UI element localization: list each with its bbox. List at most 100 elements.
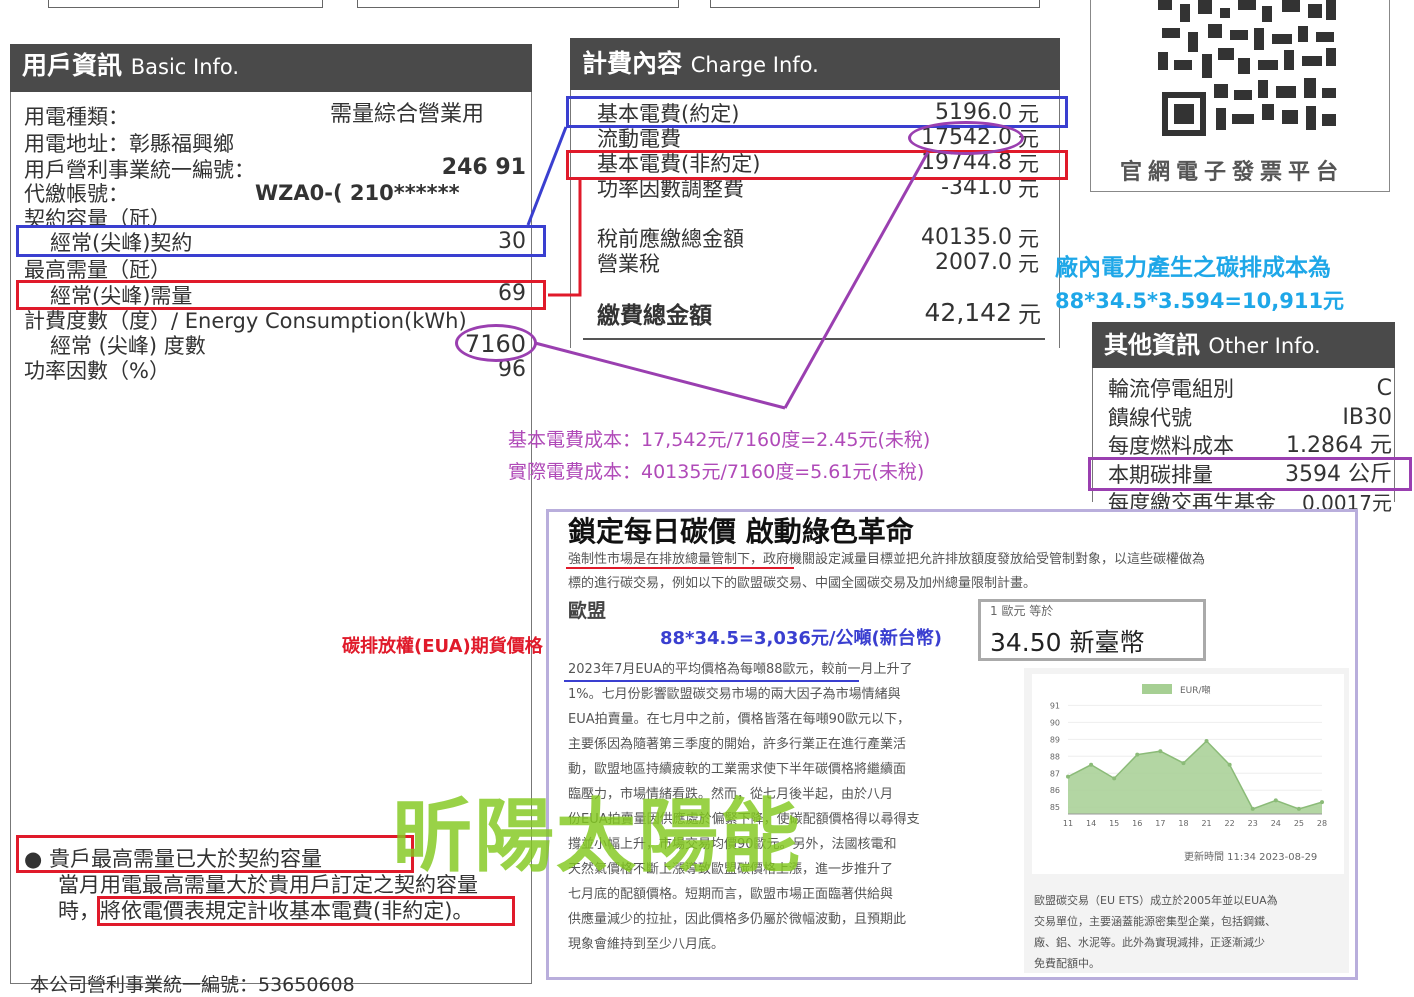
- basic-row-value: WZA0-( 210******: [255, 181, 460, 205]
- charge-row-value: 40135.0: [921, 225, 1012, 250]
- x-tick-label: 25: [1294, 819, 1304, 828]
- other-row-value: IB30: [1342, 405, 1392, 430]
- charge-row-label: 稅前應繳總金額: [597, 227, 744, 251]
- charge-row-unit: 元: [1018, 252, 1039, 276]
- x-tick-label: 21: [1201, 819, 1211, 828]
- other-row-label: 饋線代號: [1108, 406, 1192, 430]
- article-body-line: 主要係因為隨著第三季度的開始，許多行業正在進行產業活: [568, 737, 907, 752]
- x-tick-label: 15: [1109, 819, 1119, 828]
- chart-caption-line: 交易單位，主要涵蓋能源密集型企業，包括鋼鐵、: [1034, 915, 1276, 928]
- article-section-title: 歐盟: [568, 600, 607, 622]
- top-form-box-3: [710, 0, 1040, 8]
- article-title: 鎖定每日碳價 啟動綠色革命: [568, 515, 914, 548]
- qr-caption: 官網電子發票平台: [1120, 160, 1345, 185]
- other-info-title: 其他資訊: [1104, 331, 1200, 359]
- connector-blue: [526, 126, 568, 226]
- basic-row-label: 代繳帳號：: [24, 182, 129, 206]
- contract-capacity-highlight: [16, 225, 546, 257]
- basic-row-value: 需量綜合營業用: [330, 102, 485, 127]
- company-tax-id: 本公司營利事業統一編號：53650608: [30, 974, 355, 996]
- chart-caption-line: 歐盟碳交易（EU ETS）成立於2005年並以EUA為: [1034, 894, 1278, 907]
- x-tick-label: 23: [1248, 819, 1258, 828]
- other-info-title-en: Other Info.: [1208, 334, 1321, 358]
- article-body-line: EUA拍賣量。在七月中之前，價格皆落在每噸90歐元以下，: [568, 712, 911, 727]
- basic-fee-noncontract-highlight: [566, 150, 1068, 180]
- flow-fee-ellipse: [908, 121, 1024, 155]
- chart-caption: 歐盟碳交易（EU ETS）成立於2005年並以EUA為 交易單位，主要涵蓋能源密…: [1034, 890, 1344, 974]
- x-tick-label: 28: [1317, 819, 1327, 828]
- y-tick-label: 86: [1050, 786, 1060, 795]
- basic-info-title: 用戶資訊: [22, 51, 123, 80]
- data-point: [1089, 762, 1094, 767]
- data-point: [1158, 749, 1163, 754]
- x-tick-label: 11: [1063, 819, 1073, 828]
- x-tick-label: 17: [1155, 819, 1165, 828]
- carbon-cost-formula: 88*34.5*3.594=10,911元: [1055, 289, 1345, 313]
- total-value: 42,142: [924, 298, 1012, 327]
- total-label: 繳費總金額: [597, 303, 712, 329]
- top-form-box-2: [357, 0, 679, 8]
- charge-info-title-en: Charge Info.: [690, 53, 819, 77]
- eua-label: 碳排放權(EUA)期貨價格: [342, 636, 543, 657]
- basic-info-title-en: Basic Info.: [130, 55, 240, 79]
- charge-row-label: 流動電費: [597, 127, 681, 151]
- y-tick-label: 89: [1050, 735, 1060, 744]
- qr-code-icon: [1158, 0, 1338, 140]
- data-point: [1181, 761, 1186, 766]
- carbon-emission-highlight: [1088, 457, 1412, 491]
- basic-info-header: 用戶資訊 Basic Info.: [10, 44, 532, 92]
- data-point: [1135, 752, 1140, 757]
- connector-purple-1: [534, 341, 786, 410]
- carbon-cost-title: 廠內電力產生之碳排成本為: [1055, 255, 1331, 281]
- article-body-line: 2023年7月EUA的平均價格為每噸88歐元，較前一月上升了: [568, 662, 913, 677]
- basic-row-value: 246 91: [441, 155, 526, 180]
- article-body-line: 供應量減少的拉扯，因此價格多仍屬於微幅波動，且預期此: [568, 912, 907, 927]
- data-point: [1320, 800, 1324, 805]
- basic-row-label: 用電種類：: [24, 105, 129, 129]
- notice-highlight-2: [97, 896, 515, 926]
- data-point: [1204, 739, 1209, 744]
- x-tick-label: 14: [1086, 819, 1096, 828]
- basic-row-label: 用戶營利事業統一編號：: [24, 158, 255, 182]
- x-tick-label: 18: [1178, 819, 1188, 828]
- x-tick-label: 16: [1132, 819, 1142, 828]
- legend-swatch: [1142, 684, 1172, 694]
- chart-updated-time: 更新時間 11:34 2023-08-29: [1184, 852, 1318, 863]
- basic-cost-annotation: 基本電費成本：17,542元/7160度=2.45元(未稅): [508, 429, 931, 451]
- data-point: [1112, 776, 1117, 781]
- data-point: [1250, 806, 1255, 811]
- basic-row-label: 經常 (尖峰) 度數: [50, 334, 206, 358]
- other-row-value: 1.2864 元: [1286, 433, 1392, 458]
- charge-info-header: 計費內容 Charge Info.: [570, 38, 1060, 90]
- watermark-text: 昕陽太陽能: [392, 790, 802, 883]
- eua-price-chart: EUR/噸 91 90 89 88 87 86 8511 14 15 16 17 18 21 22 23 24…: [1050, 684, 1327, 828]
- top-form-box-1: [48, 0, 323, 8]
- legend-label: EUR/噸: [1180, 684, 1211, 696]
- exchange-rate-value: 34.50 新臺幣: [990, 628, 1145, 657]
- y-tick-label: 90: [1050, 718, 1060, 727]
- charge-row-unit: 元: [1018, 227, 1039, 251]
- y-tick-label: 91: [1050, 701, 1060, 710]
- consumption-ellipse: [455, 324, 537, 362]
- basic-row-label: 功率因數（%）: [24, 359, 170, 383]
- data-point: [1273, 798, 1278, 803]
- body-underline: [564, 680, 859, 682]
- chart-caption-line: 廠、鋁、水泥等。此外為實現減排，正逐漸減少: [1034, 936, 1265, 949]
- data-point: [1227, 762, 1232, 767]
- other-row-value: C: [1376, 376, 1392, 401]
- x-tick-label: 22: [1225, 819, 1235, 828]
- exchange-rate-label: 1 歐元 等於: [990, 604, 1054, 618]
- article-body-line: 現象會維持到至少八月底。: [568, 937, 725, 952]
- y-tick-label: 88: [1050, 752, 1060, 761]
- total-underline: [583, 338, 1045, 340]
- y-tick-label: 87: [1050, 769, 1060, 778]
- y-tick-label: 85: [1050, 803, 1060, 812]
- other-row-label: 每度燃料成本: [1108, 434, 1234, 458]
- charge-row-value: 2007.0: [935, 250, 1012, 275]
- x-tick-label: 24: [1271, 819, 1281, 828]
- basic-row-label: 計費度數（度）/ Energy Consumption(kWh): [24, 309, 467, 333]
- data-point: [1066, 774, 1070, 779]
- notice-highlight-1: [16, 835, 414, 873]
- other-row-label: 輪流停電組別: [1108, 377, 1234, 401]
- charge-info-title: 計費內容: [582, 49, 683, 78]
